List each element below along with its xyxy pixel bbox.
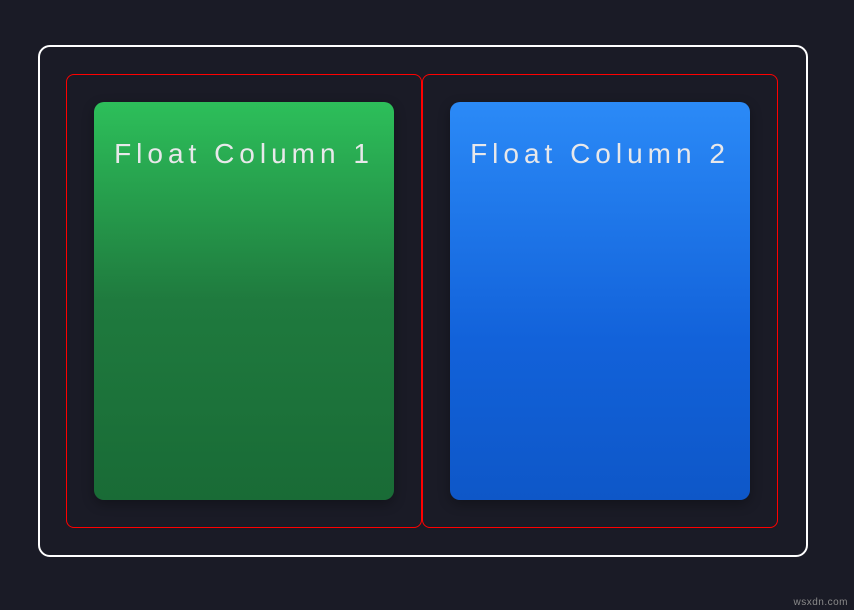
float-column-2-title: Float Column 2 xyxy=(470,130,730,178)
float-wrapper-2: Float Column 2 xyxy=(422,74,778,528)
float-column-1-title: Float Column 1 xyxy=(114,130,374,178)
float-wrapper-1: Float Column 1 xyxy=(66,74,422,528)
float-column-2: Float Column 2 xyxy=(450,102,750,500)
watermark: wsxdn.com xyxy=(793,597,848,608)
float-column-1: Float Column 1 xyxy=(94,102,394,500)
